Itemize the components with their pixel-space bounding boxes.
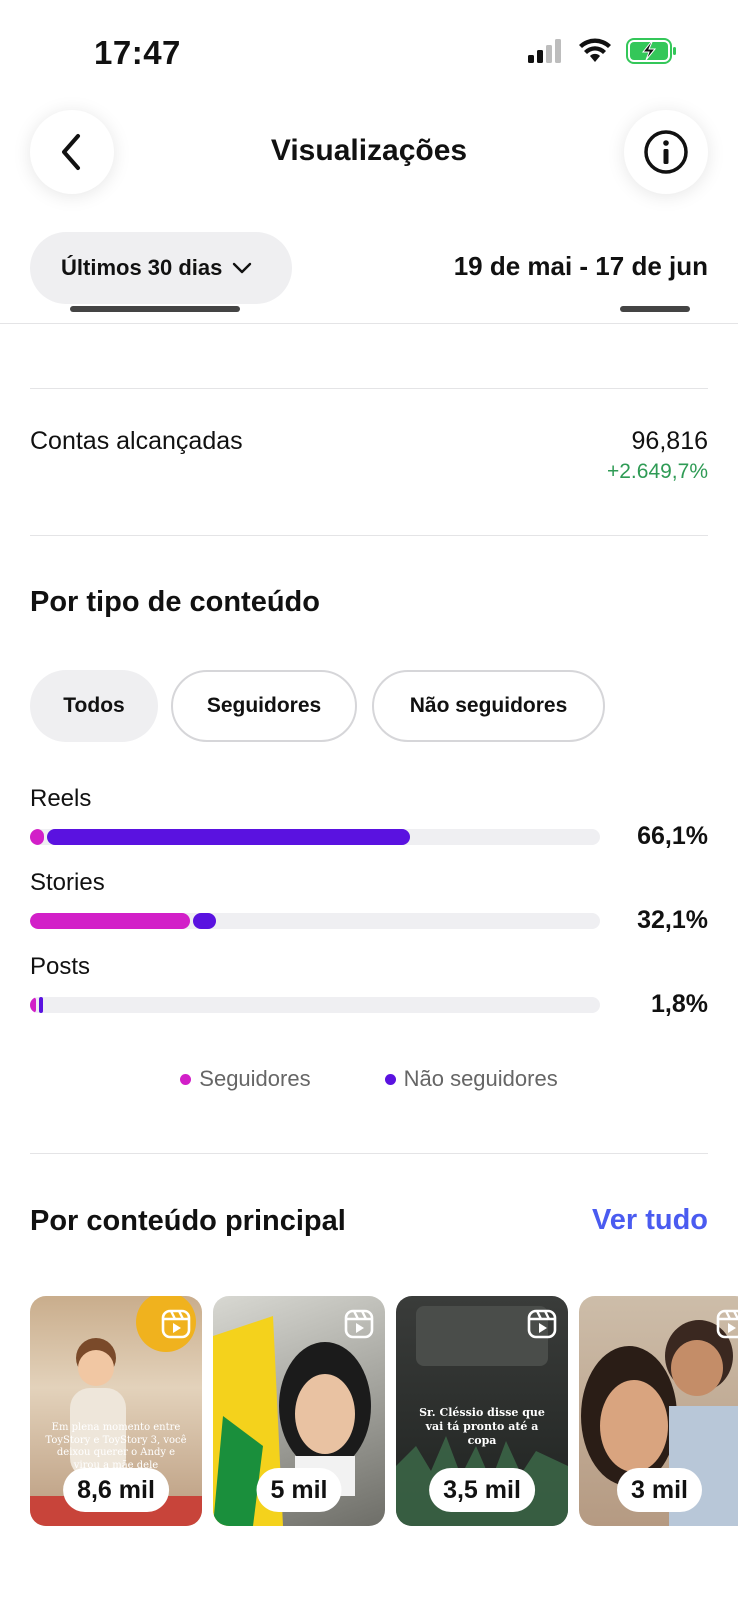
bar-percent-posts: 1,8%: [651, 990, 708, 1018]
section-title-top-content: Por conteúdo principal: [30, 1205, 346, 1237]
reels-icon: [344, 1309, 374, 1339]
legend: Seguidores Não seguidores: [0, 1066, 738, 1092]
metric-label: Contas alcançadas: [30, 427, 243, 455]
bar-followers-posts: [30, 997, 36, 1013]
date-range-dropdown-label: Últimos 30 dias: [61, 255, 223, 280]
reels-icon: [716, 1309, 738, 1339]
content-thumbnail[interactable]: Em plena momento entre ToyStory e ToySto…: [30, 1296, 202, 1526]
divider: [30, 1153, 708, 1154]
legend-dot-followers: [180, 1073, 192, 1085]
thumbnail-views: 3 mil: [617, 1468, 702, 1512]
bar-percent-reels: 66,1%: [637, 822, 708, 850]
top-content-carousel[interactable]: Em plena momento entre ToyStory e ToySto…: [30, 1296, 738, 1526]
legend-item-non-followers: Não seguidores: [384, 1066, 558, 1092]
thumbnail-caption: Sr. Cléssio disse que vai tá pronto até …: [419, 1406, 545, 1447]
bar-non-followers-stories: [193, 913, 216, 929]
bar-track-posts: [30, 997, 600, 1013]
info-button[interactable]: [624, 110, 708, 194]
bar-track-reels: [30, 829, 600, 845]
header-divider: [0, 323, 738, 324]
legend-dot-non-followers: [384, 1073, 396, 1085]
legend-item-followers: Seguidores: [180, 1066, 311, 1092]
divider: [30, 388, 708, 389]
status-icons: [528, 38, 678, 64]
metric-change: +2.649,7%: [606, 460, 708, 483]
bar-label-stories: Stories: [30, 869, 105, 896]
date-range-text: 19 de mai - 17 de jun: [453, 251, 708, 281]
metric-value: 96,816: [631, 427, 708, 455]
cellular-signal-icon: [528, 39, 561, 63]
bar-non-followers-reels: [47, 829, 410, 845]
bar-percent-stories: 32,1%: [637, 906, 708, 934]
content-thumbnail[interactable]: 3 mil: [579, 1296, 738, 1526]
section-title-content-type: Por tipo de conteúdo: [30, 586, 320, 618]
chip-non-followers[interactable]: Não seguidores: [372, 670, 605, 742]
chip-all[interactable]: Todos: [30, 670, 158, 742]
content-thumbnail[interactable]: 5 mil: [213, 1296, 385, 1526]
bar-track-stories: [30, 913, 600, 929]
date-range-dropdown[interactable]: Últimos 30 dias: [30, 232, 292, 304]
reels-icon: [527, 1309, 557, 1339]
status-time: 17:47: [94, 34, 181, 71]
bar-followers-stories: [30, 913, 190, 929]
header: Visualizações: [0, 110, 738, 200]
wifi-icon: [579, 38, 611, 62]
legend-label-followers: Seguidores: [199, 1066, 311, 1091]
divider: [30, 535, 708, 536]
thumbnail-views: 5 mil: [256, 1468, 342, 1512]
content-thumbnail[interactable]: Sr. Cléssio disse que vai tá pronto até …: [396, 1296, 568, 1526]
bar-non-followers-posts: [39, 997, 43, 1013]
legend-label-non-followers: Não seguidores: [403, 1066, 558, 1091]
see-all-link[interactable]: Ver tudo: [592, 1204, 708, 1237]
info-icon: [644, 130, 688, 174]
thumbnail-views: 3,5 mil: [429, 1468, 535, 1512]
status-bar: 17:47: [0, 0, 738, 100]
bar-label-reels: Reels: [30, 785, 92, 812]
chip-followers[interactable]: Seguidores: [171, 670, 357, 742]
bar-label-posts: Posts: [30, 953, 91, 980]
chevron-down-icon: [233, 262, 252, 274]
thumbnail-views: 8,6 mil: [63, 1468, 169, 1512]
thumbnail-caption: Em plena momento entre ToyStory e ToySto…: [45, 1422, 187, 1471]
bar-followers-reels: [30, 829, 44, 845]
reels-icon: [161, 1309, 191, 1339]
battery-charging-icon: [626, 38, 676, 64]
